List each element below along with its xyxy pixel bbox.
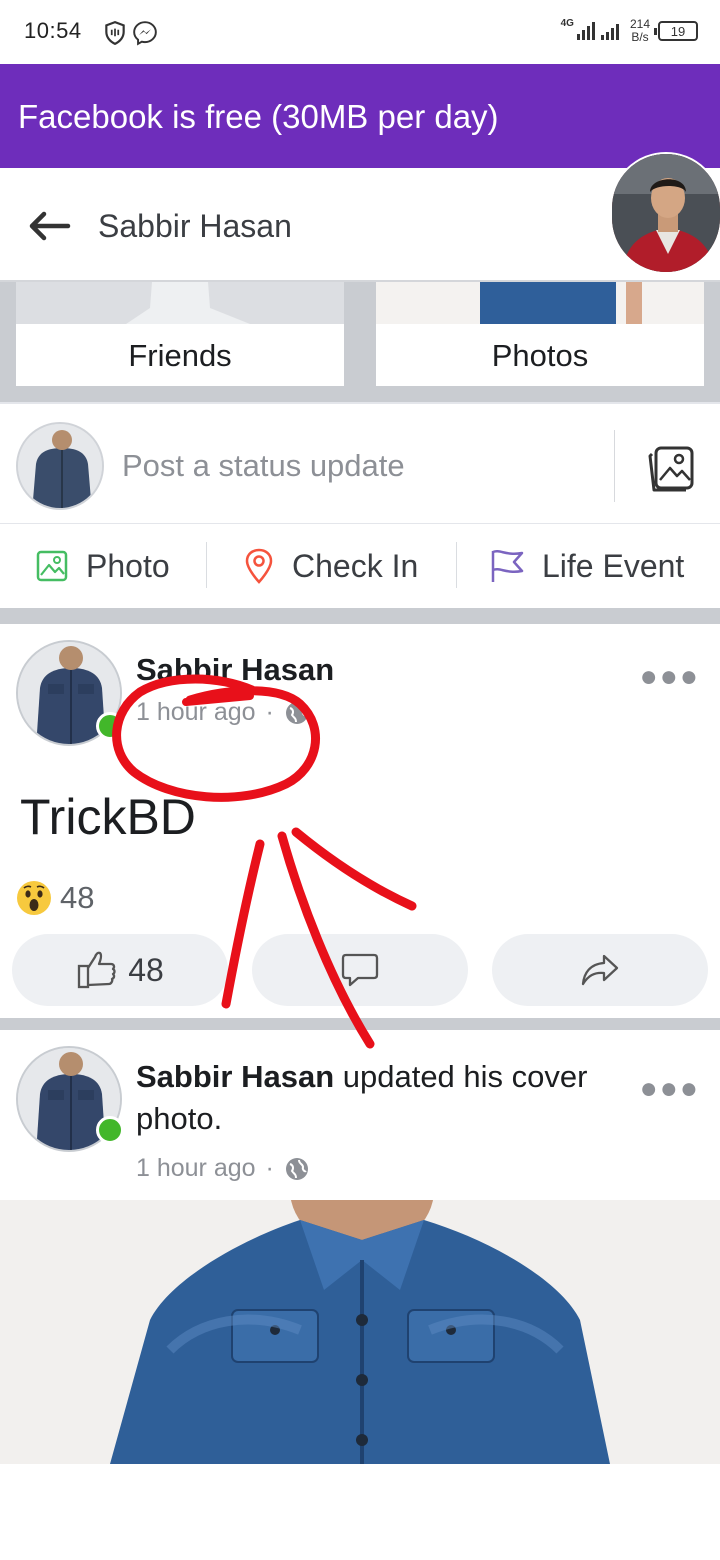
post-more-button[interactable]: ●●● bbox=[640, 1072, 700, 1106]
speed-unit: B/s bbox=[631, 30, 649, 44]
profile-photo-image bbox=[612, 154, 720, 272]
composer-divider bbox=[614, 430, 615, 502]
network-type: 4G bbox=[560, 18, 574, 29]
time-separator: · bbox=[265, 698, 274, 726]
post-author-name[interactable]: Sabbir Hasan bbox=[136, 652, 334, 688]
photos-label: Photos bbox=[491, 338, 589, 373]
photo-action[interactable]: Photo bbox=[34, 546, 170, 586]
comment-button[interactable] bbox=[252, 934, 468, 1006]
composer-avatar bbox=[16, 422, 104, 510]
like-button[interactable]: 48 bbox=[12, 934, 228, 1006]
cover-photo[interactable] bbox=[0, 1200, 720, 1464]
check-in-label: Check In bbox=[292, 547, 419, 584]
like-count: 48 bbox=[128, 951, 164, 988]
status-input[interactable]: Post a status update bbox=[122, 448, 405, 484]
battery-indicator: 19 bbox=[654, 21, 698, 41]
photo-icon bbox=[36, 550, 68, 582]
online-indicator bbox=[96, 1116, 124, 1144]
comment-icon bbox=[341, 953, 379, 987]
friends-tile[interactable]: Friends bbox=[16, 282, 344, 386]
location-pin-icon bbox=[245, 548, 273, 584]
battery-level: 19 bbox=[670, 23, 686, 39]
life-event-action[interactable]: Life Event bbox=[488, 546, 684, 586]
status-bar: 10:54 4G 214 B/s 19 bbox=[0, 0, 720, 64]
friends-tile-image bbox=[16, 282, 344, 324]
section-divider bbox=[0, 1018, 720, 1030]
post-time-text: 1 hour ago bbox=[136, 698, 256, 726]
wow-reaction-icon bbox=[17, 881, 51, 915]
post-timestamp[interactable]: 1 hour ago · bbox=[136, 698, 310, 727]
profile-tiles: Friends Photos bbox=[0, 282, 720, 402]
messenger-icon bbox=[133, 21, 157, 46]
life-event-label: Life Event bbox=[542, 547, 685, 584]
globe-icon bbox=[285, 701, 308, 724]
share-button[interactable] bbox=[492, 934, 708, 1006]
post-text: TrickBD bbox=[20, 789, 196, 845]
banner-text: Facebook is free (30MB per day) bbox=[18, 98, 499, 135]
action-separator bbox=[206, 542, 207, 588]
reaction-count: 48 bbox=[60, 880, 95, 915]
profile-photo-bubble[interactable] bbox=[610, 152, 720, 274]
signal-icon-2 bbox=[600, 24, 619, 40]
section-divider bbox=[0, 608, 720, 624]
post-card: Sabbir Hasan 1 hour ago · ●●● TrickBD 48… bbox=[0, 624, 720, 1018]
photo-label: Photo bbox=[86, 547, 170, 584]
post-time-text: 1 hour ago bbox=[136, 1154, 256, 1182]
status-time: 10:54 bbox=[24, 18, 82, 43]
flag-icon bbox=[491, 550, 524, 582]
globe-icon bbox=[285, 1157, 308, 1180]
time-separator: · bbox=[265, 1154, 274, 1182]
friends-label: Friends bbox=[128, 338, 232, 373]
share-icon bbox=[581, 954, 619, 986]
status-indicators: 4G 214 B/s 19 bbox=[561, 14, 698, 48]
thumbs-up-icon bbox=[78, 951, 116, 989]
back-arrow-icon[interactable] bbox=[24, 206, 72, 246]
action-separator bbox=[456, 542, 457, 588]
composer-actions: Photo Check In Life Event bbox=[0, 524, 720, 608]
post-headline: Sabbir Hasan updated his cover photo. bbox=[136, 1056, 656, 1140]
status-composer: Post a status update bbox=[0, 402, 720, 524]
post-author-name[interactable]: Sabbir Hasan bbox=[136, 1059, 334, 1094]
online-indicator bbox=[96, 712, 124, 740]
post-timestamp[interactable]: 1 hour ago · bbox=[136, 1154, 310, 1183]
cover-photo-image bbox=[0, 1200, 720, 1464]
gallery-icon[interactable] bbox=[646, 444, 698, 494]
post-more-button[interactable]: ●●● bbox=[640, 660, 700, 694]
reaction-summary[interactable]: 48 bbox=[16, 880, 94, 916]
post-card: Sabbir Hasan updated his cover photo. 1 … bbox=[0, 1030, 720, 1200]
signal-icon bbox=[576, 22, 595, 40]
photos-tile[interactable]: Photos bbox=[376, 282, 704, 386]
network-speed: 214 B/s bbox=[630, 18, 650, 44]
check-in-action[interactable]: Check In bbox=[242, 546, 418, 586]
photos-tile-image bbox=[376, 282, 704, 324]
free-data-banner[interactable]: Facebook is free (30MB per day) bbox=[0, 64, 720, 168]
page-title: Sabbir Hasan bbox=[98, 208, 292, 244]
shield-icon bbox=[105, 21, 125, 46]
